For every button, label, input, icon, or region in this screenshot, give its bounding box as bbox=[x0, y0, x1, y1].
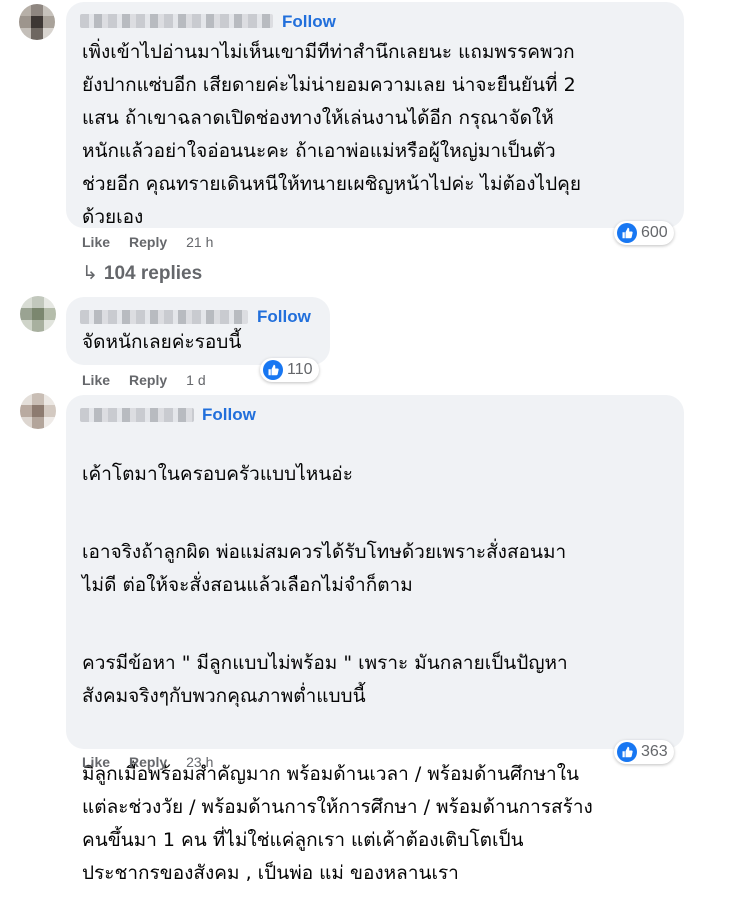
commenter-name[interactable] bbox=[80, 14, 273, 28]
follow-button[interactable]: Follow bbox=[202, 405, 256, 425]
comment-text: จัดหนักเลยค่ะรอบนี้ bbox=[82, 331, 242, 353]
reaction-count[interactable]: 600 bbox=[614, 221, 674, 245]
reply-button[interactable]: Reply bbox=[129, 234, 167, 250]
avatar[interactable] bbox=[19, 4, 55, 40]
thumbs-up-icon bbox=[617, 223, 637, 243]
like-button[interactable]: Like bbox=[82, 372, 110, 388]
replies-count: 104 replies bbox=[103, 263, 203, 284]
comment-paragraph: เค้าโตมาในครอบครัวแบบไหนอ่ะ bbox=[82, 463, 353, 485]
comment-paragraph: ควรมีข้อหา " มีลูกแบบไม่พร้อม " เพราะ มั… bbox=[82, 652, 568, 707]
reaction-count[interactable]: 110 bbox=[260, 358, 319, 382]
view-replies-link[interactable]: ↳ 104 replies bbox=[82, 262, 202, 285]
like-button[interactable]: Like bbox=[82, 234, 110, 250]
avatar[interactable] bbox=[20, 393, 56, 429]
follow-button[interactable]: Follow bbox=[282, 12, 336, 32]
reaction-number: 363 bbox=[641, 743, 668, 760]
comment-actions: Like Reply 23 h bbox=[82, 754, 213, 770]
reaction-number: 110 bbox=[287, 361, 313, 378]
comment-paragraph: เอาจริงถ้าลูกผิด พ่อแม่สมควรได้รับโทษด้ว… bbox=[82, 541, 567, 596]
comment-timestamp[interactable]: 21 h bbox=[186, 234, 213, 250]
reaction-number: 600 bbox=[641, 224, 668, 241]
comment-text: เพิ่งเข้าไปอ่านมาไม่เห็นเขามีทีท่าสำนึกเ… bbox=[82, 41, 582, 228]
reaction-count[interactable]: 363 bbox=[614, 740, 674, 764]
avatar[interactable] bbox=[20, 296, 56, 332]
reply-button[interactable]: Reply bbox=[129, 372, 167, 388]
commenter-name[interactable] bbox=[80, 408, 194, 422]
comment-timestamp[interactable]: 1 d bbox=[186, 372, 205, 388]
comment-actions: Like Reply 1 d bbox=[82, 372, 206, 388]
reply-button[interactable]: Reply bbox=[129, 754, 167, 770]
thumbs-up-icon bbox=[617, 742, 637, 762]
comment-timestamp[interactable]: 23 h bbox=[186, 754, 213, 770]
comment-text: เค้าโตมาในครอบครัวแบบไหนอ่ะ เอาจริงถ้าลู… bbox=[82, 425, 682, 923]
comment-actions: Like Reply 21 h bbox=[82, 234, 213, 250]
like-button[interactable]: Like bbox=[82, 754, 110, 770]
reply-arrow-icon: ↳ bbox=[82, 263, 98, 284]
thumbs-up-icon bbox=[263, 360, 283, 380]
commenter-name[interactable] bbox=[80, 310, 248, 324]
follow-button[interactable]: Follow bbox=[257, 307, 311, 327]
